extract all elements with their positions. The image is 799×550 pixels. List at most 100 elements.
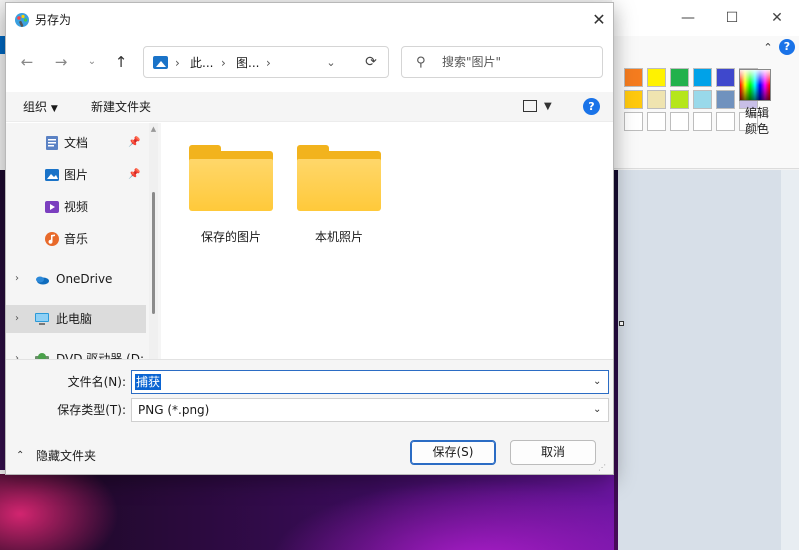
color-swatch[interactable] [693,112,712,131]
breadcrumb-chevron-icon[interactable]: › [221,55,226,71]
sidebar-item-dvd-drive[interactable]: › DVD 驱动器 (D: [6,345,146,359]
file-name-input[interactable]: 捕获 ⌄ [131,370,609,394]
canvas-scroll-edge [781,170,799,550]
search-box[interactable]: ⚲ [401,46,603,78]
hide-folders-toggle[interactable]: ⌃ 隐藏文件夹 [16,447,126,465]
caret-down-icon: ▼ [50,104,58,114]
save-button[interactable]: 保存(S) [410,440,496,465]
color-swatch[interactable] [670,68,689,87]
sidebar-item-videos[interactable]: 视频 [6,193,146,221]
color-swatch[interactable] [670,112,689,131]
hide-folders-label: 隐藏文件夹 [36,449,97,463]
sidebar-item-pictures[interactable]: 图片 📌 [6,161,146,189]
view-options-icon[interactable] [523,100,537,112]
folder-icon-front [189,159,273,211]
organize-button[interactable]: 组织 ▼ [23,99,58,117]
refresh-icon[interactable]: ⟳ [362,53,380,71]
forward-button[interactable]: → [50,50,72,74]
background-titlebar: — ☐ ✕ [612,0,799,36]
file-name-dropdown-icon[interactable]: ⌄ [593,375,605,389]
folder-item-saved-pictures[interactable]: 保存的图片 [175,143,275,244]
file-name-value[interactable]: 捕获 [135,374,162,390]
sidebar-item-onedrive[interactable]: › OneDrive [6,265,146,293]
recent-locations-button[interactable]: ⌄ [81,50,103,74]
help-icon[interactable]: ? [583,98,600,115]
save-type-dropdown-icon[interactable]: ⌄ [593,403,605,417]
folder-icon-front [297,159,381,211]
color-swatch[interactable] [624,68,643,87]
cloud-icon [36,276,49,285]
arrow-right-icon: → [54,53,68,71]
sidebar-item-label: 此电脑 [56,312,93,326]
arrow-left-icon: ← [20,53,34,71]
up-button[interactable]: ↑ [110,50,132,74]
color-swatch[interactable] [716,90,735,109]
folder-item-camera-roll[interactable]: 本机照片 [283,143,383,244]
search-input[interactable] [442,53,597,71]
canvas-resize-handle[interactable] [619,321,624,326]
search-icon: ⚲ [416,55,426,70]
chevron-up-icon: ⌃ [16,450,25,461]
navigation-pane[interactable]: 文档 📌 图片 📌 视频 音乐 › OneDrive › 此电脑 › DVD 驱… [6,123,161,359]
color-swatch[interactable] [624,90,643,109]
file-list-view[interactable]: 保存的图片 本机照片 [161,123,613,359]
sidebar-item-label: 文档 [64,136,89,150]
breadcrumb-chevron-icon[interactable]: › [175,55,180,71]
color-swatch[interactable] [693,90,712,109]
folder-name: 保存的图片 [200,230,261,244]
new-folder-button[interactable]: 新建文件夹 [91,99,151,115]
ribbon-help-icon[interactable]: ? [779,39,795,55]
resize-grip-icon[interactable]: ⋰ [598,464,608,472]
view-dropdown-icon[interactable]: ▼ [544,99,552,115]
color-swatch[interactable] [716,68,735,87]
scroll-up-icon[interactable]: ▲ [150,126,157,133]
pin-icon: 📌 [128,169,141,180]
color-swatch[interactable] [670,90,689,109]
breadcrumb-pictures[interactable]: 图... [236,55,259,71]
ribbon-collapse-icon[interactable]: ⌃ [760,40,776,56]
address-dropdown-icon[interactable]: ⌄ [324,54,338,72]
edit-colors-button[interactable] [739,69,771,101]
paint-app-icon [15,13,29,27]
sidebar-item-this-pc[interactable]: › 此电脑 [6,305,146,333]
edit-colors-label: 编辑 颜色 [744,106,769,136]
sidebar-item-label: 视频 [64,200,89,214]
organize-label: 组织 [23,100,48,114]
folder-name: 本机照片 [314,230,363,244]
arrow-up-icon: ↑ [114,53,128,71]
color-swatch[interactable] [647,68,666,87]
color-swatch[interactable] [647,112,666,131]
expand-chevron-icon[interactable]: › [15,311,19,327]
pictures-icon [45,169,59,181]
color-swatch[interactable] [624,112,643,131]
command-toolbar: 组织 ▼ 新建文件夹 ▼ ? [6,92,613,122]
sidebar-item-music[interactable]: 音乐 [6,225,146,253]
back-button[interactable]: ← [16,50,38,74]
chevron-down-icon: ⌄ [87,56,97,67]
save-form: 文件名(N): 捕获 ⌄ 保存类型(T): PNG (*.png) ⌄ [6,359,613,431]
save-type-select[interactable]: PNG (*.png) ⌄ [131,398,609,422]
file-name-label: 文件名(N): [67,375,126,389]
address-bar[interactable]: › 此... › 图... › ⌄ ⟳ [143,46,389,78]
expand-chevron-icon[interactable]: › [15,351,19,359]
navigation-scrollbar-thumb[interactable] [152,192,155,314]
sidebar-item-label: OneDrive [56,272,113,286]
canvas-workspace [618,170,782,550]
color-swatch[interactable] [716,112,735,131]
cancel-button[interactable]: 取消 [510,440,596,465]
color-swatch[interactable] [647,90,666,109]
color-swatch[interactable] [693,68,712,87]
sidebar-item-documents[interactable]: 文档 📌 [6,129,146,157]
pictures-location-icon [153,56,168,69]
dialog-title: 另存为 [35,13,72,27]
close-icon[interactable]: ✕ [589,10,609,30]
document-icon [46,136,58,150]
expand-chevron-icon[interactable]: › [15,271,19,287]
minimize-icon[interactable]: — [678,8,698,28]
dvd-drive-icon [35,353,49,359]
breadcrumb-this-pc[interactable]: 此... [190,55,213,71]
maximize-icon[interactable]: ☐ [722,8,742,28]
sidebar-item-label: 音乐 [64,232,89,246]
breadcrumb-chevron-icon[interactable]: › [266,55,271,71]
background-close-icon[interactable]: ✕ [767,8,787,28]
